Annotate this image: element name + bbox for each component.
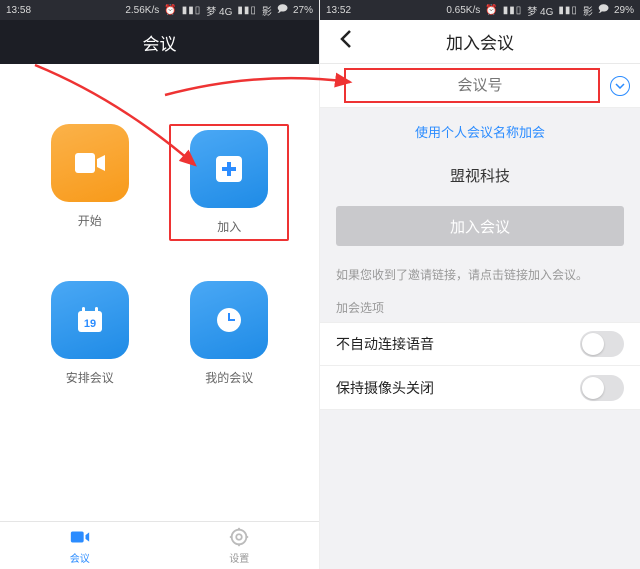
meeting-id-row bbox=[320, 64, 640, 108]
tile-label: 加入 bbox=[217, 218, 241, 235]
tile-grid: 开始 加入 19 安排会议 bbox=[0, 64, 319, 521]
tab-bar: 会议 设置 bbox=[0, 521, 319, 569]
status-battery: 29% bbox=[614, 5, 634, 16]
status-battery: 27% bbox=[293, 5, 313, 16]
phone-meetings-screen: 13:58 2.56K/s ⏰ ▮▮▯ 梦 4G ▮▮▯ 影 🗩 27% 会议 bbox=[0, 0, 320, 569]
join-button[interactable]: 加入会议 bbox=[336, 206, 624, 246]
header: 会议 bbox=[0, 20, 319, 64]
tab-settings[interactable]: 设置 bbox=[160, 522, 320, 569]
chevron-down-icon bbox=[615, 83, 625, 89]
status-bar: 13:52 0.65K/s ⏰ ▮▮▯ 梦 4G ▮▮▯ 影 🗩 29% bbox=[320, 0, 640, 20]
option-label: 保持摄像头关闭 bbox=[336, 378, 434, 398]
my-meetings-tile[interactable]: 我的会议 bbox=[169, 281, 289, 386]
status-extra: 影 bbox=[262, 3, 272, 18]
expand-button[interactable] bbox=[610, 76, 630, 96]
option-label: 不自动连接语音 bbox=[336, 334, 434, 354]
join-meeting-tile[interactable]: 加入 bbox=[169, 124, 289, 241]
schedule-meeting-tile[interactable]: 19 安排会议 bbox=[30, 281, 150, 386]
audio-toggle[interactable] bbox=[580, 331, 624, 357]
video-toggle[interactable] bbox=[580, 375, 624, 401]
tile-label: 开始 bbox=[78, 212, 102, 229]
tab-label: 设置 bbox=[229, 550, 249, 565]
tile-label: 安排会议 bbox=[66, 369, 114, 386]
tab-label: 会议 bbox=[70, 550, 90, 565]
signal-icon: ▮▮▯ bbox=[503, 5, 523, 16]
svg-text:19: 19 bbox=[84, 318, 96, 330]
display-name: 盟视科技 bbox=[320, 155, 640, 196]
gear-icon bbox=[228, 526, 250, 548]
chevron-left-icon bbox=[340, 30, 352, 48]
use-personal-link[interactable]: 使用个人会议名称加会 bbox=[320, 108, 640, 155]
status-carrier: 梦 4G bbox=[206, 3, 232, 18]
clock-icon bbox=[190, 281, 268, 359]
page-title: 会议 bbox=[143, 30, 177, 55]
battery-icon: 🗩 bbox=[598, 2, 609, 19]
phone-join-screen: 13:52 0.65K/s ⏰ ▮▮▯ 梦 4G ▮▮▯ 影 🗩 29% 加入会… bbox=[320, 0, 640, 569]
signal-icon-2: ▮▮▯ bbox=[237, 5, 257, 16]
video-icon bbox=[51, 124, 129, 202]
join-form: 使用个人会议名称加会 盟视科技 加入会议 如果您收到了邀请链接，请点击链接加入会… bbox=[320, 64, 640, 569]
signal-icon: ▮▮▯ bbox=[182, 5, 202, 16]
start-meeting-tile[interactable]: 开始 bbox=[30, 124, 150, 241]
header: 加入会议 bbox=[320, 20, 640, 64]
alarm-icon: ⏰ bbox=[485, 5, 497, 16]
status-extra: 影 bbox=[583, 3, 593, 18]
option-video-off: 保持摄像头关闭 bbox=[320, 366, 640, 410]
status-speed: 2.56K/s bbox=[125, 5, 159, 16]
meeting-id-input[interactable] bbox=[332, 77, 628, 94]
tile-label: 我的会议 bbox=[205, 369, 253, 386]
video-icon bbox=[69, 526, 91, 548]
options-heading: 加会选项 bbox=[320, 293, 640, 322]
status-time: 13:58 bbox=[6, 5, 31, 16]
invite-hint: 如果您收到了邀请链接，请点击链接加入会议。 bbox=[320, 256, 640, 293]
calendar-icon: 19 bbox=[51, 281, 129, 359]
option-auto-audio: 不自动连接语音 bbox=[320, 322, 640, 366]
status-carrier: 梦 4G bbox=[527, 3, 553, 18]
alarm-icon: ⏰ bbox=[164, 5, 176, 16]
tab-meetings[interactable]: 会议 bbox=[0, 522, 160, 569]
battery-icon: 🗩 bbox=[277, 2, 288, 19]
status-bar: 13:58 2.56K/s ⏰ ▮▮▯ 梦 4G ▮▮▯ 影 🗩 27% bbox=[0, 0, 319, 20]
signal-icon-2: ▮▮▯ bbox=[558, 5, 578, 16]
plus-icon bbox=[190, 130, 268, 208]
page-title: 加入会议 bbox=[446, 29, 514, 54]
status-time: 13:52 bbox=[326, 5, 351, 16]
back-button[interactable] bbox=[332, 26, 360, 58]
status-speed: 0.65K/s bbox=[446, 5, 480, 16]
